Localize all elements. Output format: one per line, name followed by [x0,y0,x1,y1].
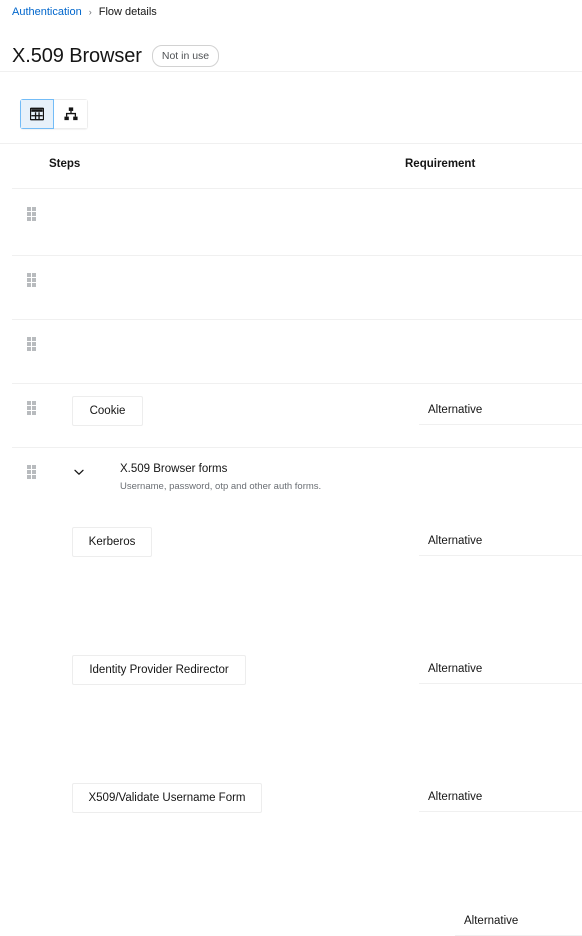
tree-view-icon [63,107,78,121]
drag-handle-icon[interactable] [27,401,39,415]
page-header: X.509 Browser Not in use [12,30,220,83]
header-divider [0,71,582,72]
table-row: Cookie Alternative [0,189,582,426]
step-chip[interactable]: Kerberos [72,527,152,557]
breadcrumb-current-flow-details: Flow details [98,6,157,18]
page-title: X.509 Browser [12,45,142,68]
drag-handle-icon[interactable] [27,337,39,351]
column-header-steps: Steps [49,158,81,170]
step-title[interactable]: X.509 Browser forms [120,462,227,477]
table-view-icon [30,107,44,121]
step-chip[interactable]: X509/Validate Username Form [72,783,262,813]
step-chip[interactable]: Identity Provider Redirector [72,655,246,685]
table-row: Identity Provider Redirector Alternative [0,320,582,685]
tab-table-view[interactable] [20,99,54,129]
requirement-select[interactable]: Alternative [419,782,582,812]
column-header-requirement: Requirement [405,158,476,170]
breadcrumb-separator-icon: › [88,7,92,17]
requirement-select[interactable]: Alternative [455,906,582,936]
drag-handle-icon[interactable] [27,273,39,287]
status-badge: Not in use [151,45,220,68]
drag-handle-icon[interactable] [27,207,39,221]
breadcrumb: Authentication › Flow details [12,4,157,20]
tab-tree-view[interactable] [54,99,88,129]
table-header-row: Steps Requirement [0,148,582,181]
breadcrumb-link-authentication[interactable]: Authentication [12,4,82,20]
table-row: X509/Validate Username Form Alternative [0,384,582,813]
table-row: Kerberos Alternative [0,256,582,557]
toolbar-divider [0,143,582,144]
requirement-select[interactable]: Alternative [419,654,582,684]
view-toggle-group[interactable] [20,99,88,129]
table-row-expandable: X.509 Browser forms Username, password, … [0,448,582,936]
chevron-down-icon[interactable] [72,465,86,479]
requirement-select[interactable]: Alternative [419,526,582,556]
step-description: Username, password, otp and other auth f… [120,481,322,492]
drag-handle-icon[interactable] [27,465,39,479]
